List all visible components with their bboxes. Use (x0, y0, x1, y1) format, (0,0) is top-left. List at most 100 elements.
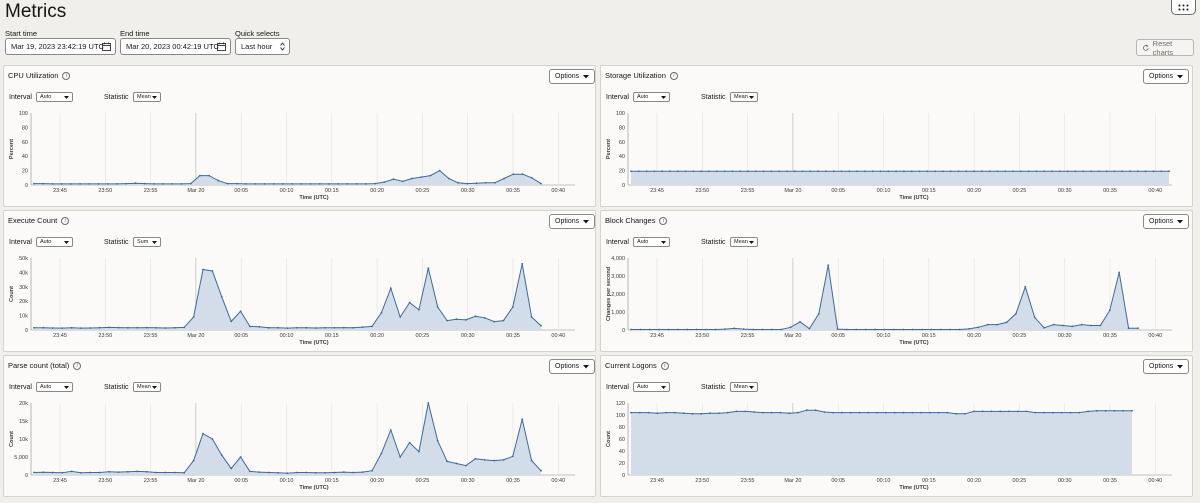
info-icon[interactable]: i (660, 361, 669, 370)
data-point (352, 326, 355, 329)
y-tick-label: 60 (619, 437, 625, 443)
data-point (1027, 170, 1030, 173)
y-tick-label: 100 (19, 111, 28, 117)
x-tick-label: Mar 20 (784, 188, 801, 194)
data-point (648, 328, 651, 331)
x-tick-label: 00:35 (506, 478, 520, 484)
data-point (928, 411, 931, 414)
y-tick-label: 0 (622, 183, 625, 189)
data-point (371, 325, 373, 328)
y-tick-label: 80 (22, 125, 28, 131)
statistic-value: Mean (734, 239, 748, 245)
x-tick-label: 00:30 (1058, 333, 1072, 339)
interval-value: Auto (40, 239, 52, 245)
x-tick-label: 00:10 (877, 188, 891, 194)
statistic-select[interactable]: Mean (730, 92, 758, 102)
info-icon[interactable]: i (62, 71, 71, 80)
data-point (1016, 410, 1019, 413)
interval-select[interactable]: Auto (633, 237, 670, 247)
x-tick-label: 00:10 (280, 333, 294, 339)
statistic-label: Statistic (104, 384, 129, 391)
data-point (808, 327, 811, 330)
data-point (887, 170, 890, 173)
data-point (145, 326, 148, 329)
statistic-select[interactable]: Mean (730, 237, 758, 247)
options-button[interactable]: Options (549, 359, 595, 374)
data-point (447, 177, 450, 180)
options-button[interactable]: Options (1143, 214, 1189, 229)
interval-label: Interval (606, 239, 629, 246)
data-point (864, 170, 866, 173)
data-point (1082, 170, 1085, 173)
calendar-icon[interactable] (102, 42, 111, 51)
info-icon[interactable]: i (73, 361, 82, 370)
data-point (51, 183, 54, 185)
y-axis-title: Count (9, 286, 15, 302)
statistic-value: Mean (137, 94, 151, 100)
info-icon[interactable]: i (61, 216, 70, 225)
data-point (521, 262, 524, 265)
apps-menu-button[interactable] (1171, 0, 1196, 15)
panel-title: Parse count (total) i (8, 361, 82, 370)
data-point (656, 412, 659, 415)
data-point (192, 459, 195, 462)
calendar-icon[interactable] (217, 42, 226, 51)
caret-down-icon (152, 96, 157, 99)
interval-label: Interval (9, 384, 32, 391)
data-point (51, 471, 54, 474)
options-button[interactable]: Options (1143, 69, 1189, 84)
quick-selects-label: Quick selects (235, 29, 280, 38)
caret-down-icon (661, 386, 666, 389)
data-point (235, 182, 238, 185)
x-tick-label: 00:25 (1013, 333, 1027, 339)
info-icon[interactable]: i (659, 216, 668, 225)
interval-select[interactable]: Auto (633, 382, 670, 392)
data-point (799, 321, 801, 323)
data-point (1087, 410, 1089, 413)
data-point (494, 181, 496, 184)
interval-select[interactable]: Auto (633, 92, 670, 102)
statistic-select[interactable]: Mean (133, 382, 161, 392)
end-time-input[interactable]: Mar 20, 2023 00:42:19 UTC (120, 38, 231, 55)
data-point (726, 411, 729, 414)
options-label: Options (1149, 218, 1174, 225)
data-point (856, 170, 858, 173)
data-point (408, 301, 411, 304)
options-button[interactable]: Options (549, 214, 595, 229)
options-label: Options (1149, 73, 1174, 80)
data-point (930, 328, 933, 331)
data-point (155, 326, 158, 329)
y-tick-label: 10k (19, 437, 28, 443)
data-point (61, 327, 64, 329)
quick-selects-select[interactable]: Last hour (235, 38, 290, 55)
data-point (374, 182, 376, 185)
x-tick-label: 23:55 (741, 333, 755, 339)
data-point (411, 177, 413, 180)
reset-charts-button[interactable]: Reset charts (1136, 39, 1194, 57)
data-point (483, 459, 486, 461)
interval-select[interactable]: Auto (36, 237, 73, 247)
statistic-select[interactable]: Mean (730, 382, 758, 392)
options-button[interactable]: Options (549, 69, 595, 84)
statistic-select[interactable]: Mean (133, 92, 161, 102)
interval-select[interactable]: Auto (36, 382, 73, 392)
data-point (42, 326, 45, 329)
info-icon[interactable]: i (669, 71, 678, 80)
start-time-input[interactable]: Mar 19, 2023 23:42:19 UTC (5, 38, 116, 55)
data-point (739, 170, 742, 173)
data-point (1168, 170, 1170, 173)
y-axis-title: Count (9, 431, 15, 447)
metric-panel-cpu: CPU Utilization i Options Interval Auto … (3, 65, 596, 207)
data-point (817, 312, 820, 315)
data-point (455, 318, 458, 321)
sort-updown-icon (280, 42, 285, 51)
x-tick-label: 23:45 (650, 188, 664, 194)
data-point (540, 469, 542, 472)
data-point (474, 457, 477, 460)
options-button[interactable]: Options (1143, 359, 1189, 374)
data-point (1097, 170, 1100, 173)
panel-title-text: Storage Utilization (605, 71, 666, 80)
interval-select[interactable]: Auto (36, 92, 73, 102)
data-point (832, 170, 835, 173)
statistic-select[interactable]: Sum (133, 237, 161, 247)
